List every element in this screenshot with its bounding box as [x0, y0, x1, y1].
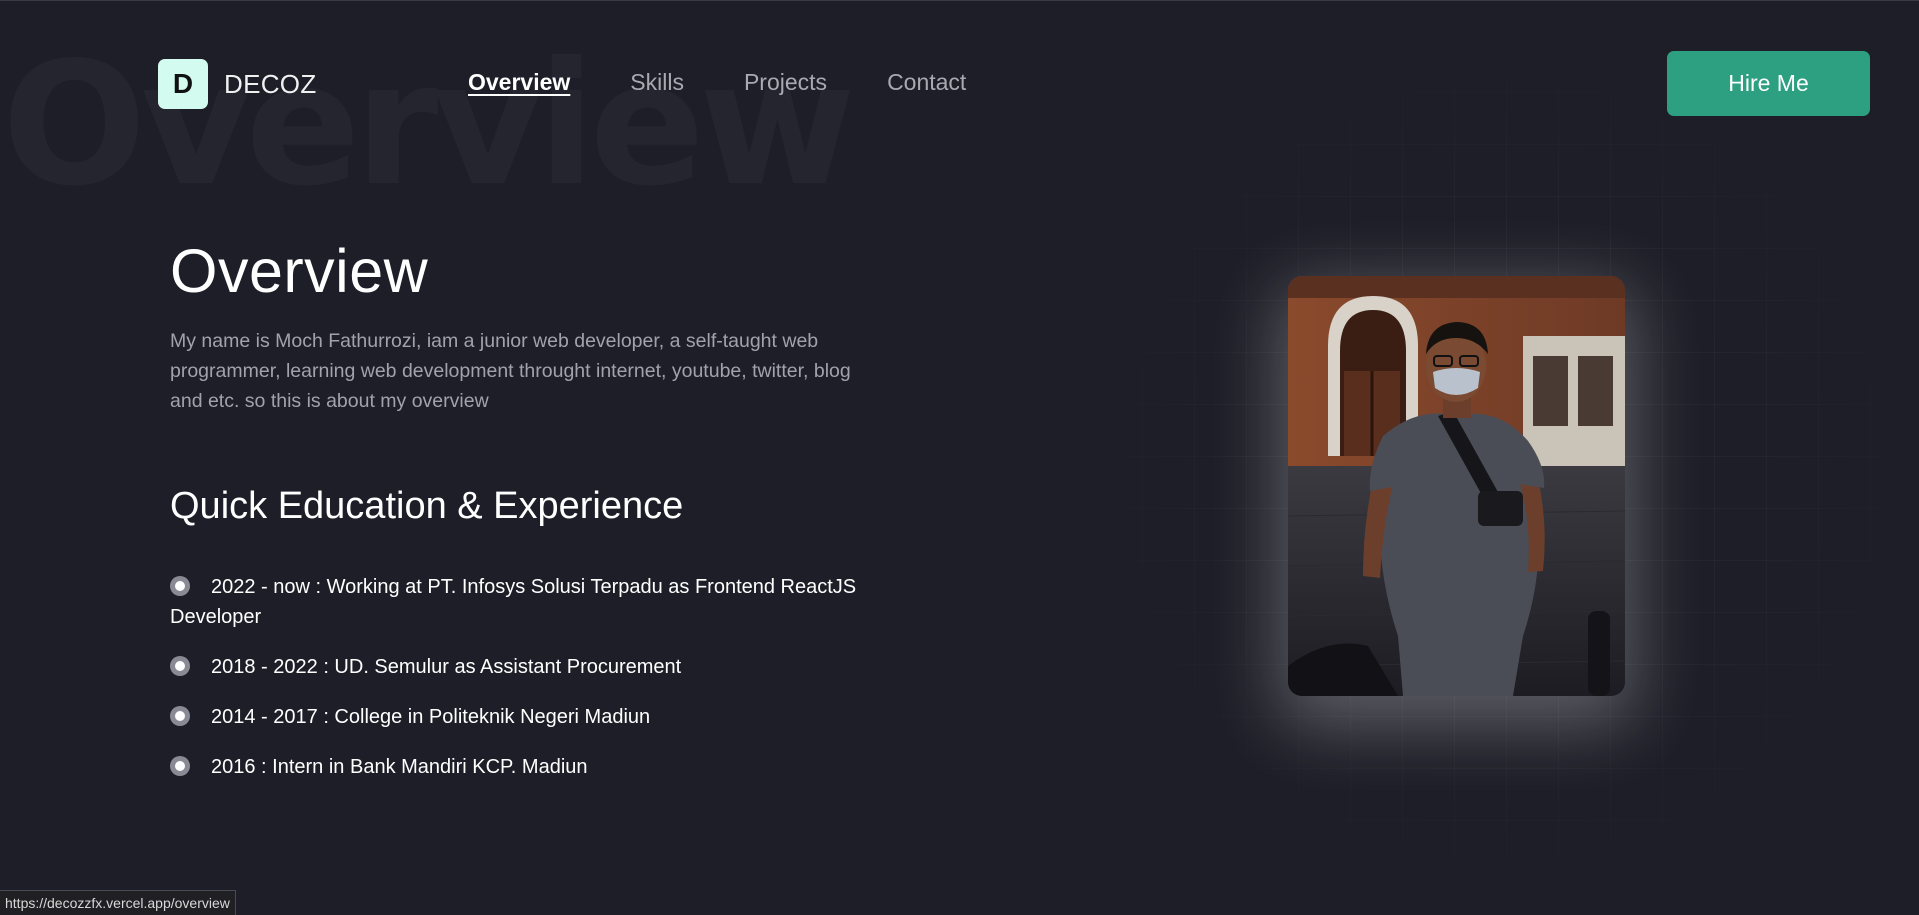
list-item-text: 2016 : Intern in Bank Mandiri KCP. Madiu…	[211, 756, 588, 778]
main-nav: Overview Skills Projects Contact	[468, 69, 966, 96]
list-item: 2018 - 2022 : UD. Semulur as Assistant P…	[170, 652, 910, 682]
nav-link-skills[interactable]: Skills	[630, 69, 684, 96]
list-item-text: 2014 - 2017 : College in Politeknik Nege…	[211, 706, 651, 728]
intro-text: My name is Moch Fathurrozi, iam a junior…	[170, 330, 851, 412]
list-item: 2016 : Intern in Bank Mandiri KCP. Madiu…	[170, 752, 910, 782]
profile-photo	[1288, 276, 1625, 696]
profile-photo-image	[1288, 276, 1625, 696]
logo-text: DECOZ	[224, 68, 317, 99]
nav-link-overview[interactable]: Overview	[468, 69, 570, 96]
list-item: 2014 - 2017 : College in Politeknik Nege…	[170, 702, 910, 732]
nav-link-projects[interactable]: Projects	[744, 69, 827, 96]
bullet-icon	[170, 576, 190, 596]
logo-icon: D	[158, 59, 208, 109]
bullet-icon	[170, 706, 190, 726]
experience-list: 2022 - now : Working at PT. Infosys Solu…	[170, 572, 910, 802]
hire-me-button[interactable]: Hire Me	[1667, 51, 1870, 116]
bullet-icon	[170, 656, 190, 676]
top-border	[0, 0, 1919, 1]
status-bar-url: https://decozzfx.vercel.app/overview	[0, 890, 236, 915]
nav-link-contact[interactable]: Contact	[887, 69, 966, 96]
page-title: Overview	[170, 237, 429, 305]
section-title: Quick Education & Experience	[170, 485, 684, 527]
page: Overview D DECOZ Overview Skills Project…	[0, 0, 1919, 915]
logo[interactable]: D DECOZ	[158, 59, 317, 109]
watermark-text: Overview	[2, 26, 856, 224]
list-item-text: 2022 - now : Working at PT. Infosys Solu…	[170, 576, 857, 628]
list-item-text: 2018 - 2022 : UD. Semulur as Assistant P…	[211, 656, 682, 678]
bullet-icon	[170, 756, 190, 776]
list-item: 2022 - now : Working at PT. Infosys Solu…	[170, 572, 910, 632]
